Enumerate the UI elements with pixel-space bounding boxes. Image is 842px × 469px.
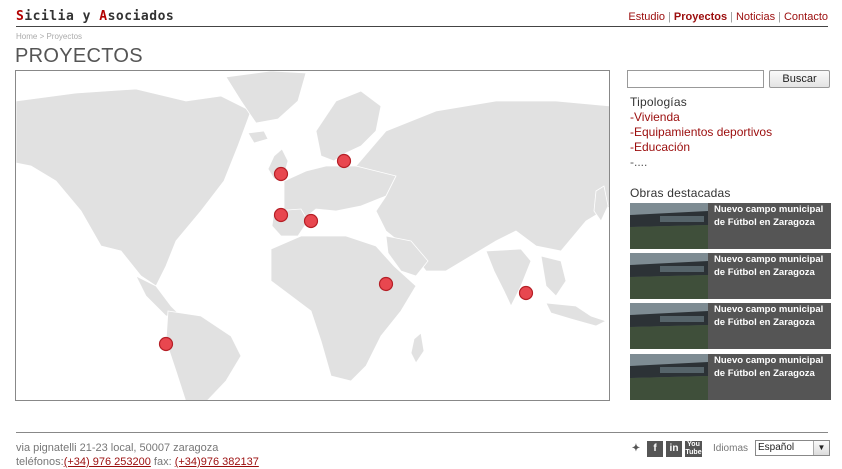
nav-separator: | [730,11,733,23]
header-divider [16,26,828,27]
contact-line: teléfonos:(+34) 976 253200 fax: (+34)976… [16,455,259,469]
featured-title: Nuevo campo municipal de Fútbol en Zarag… [714,254,824,278]
tipologia-more[interactable]: -.... [630,155,772,170]
map-land [16,71,609,400]
featured-work-4[interactable]: Nuevo campo municipal de Fútbol en Zarag… [630,354,831,400]
footer-address: via pignatelli 21-23 local, 50007 zarago… [16,441,259,469]
featured-work-2[interactable]: Nuevo campo municipal de Fútbol en Zarag… [630,253,831,299]
marker-denmark[interactable] [336,153,352,169]
logo-text-2: sociados [107,9,175,24]
featured-thumbnail [630,354,708,400]
projects-map[interactable] [15,70,610,401]
breadcrumb[interactable]: Home > Proyectos [16,32,82,41]
chevron-down-icon: ▼ [813,441,829,455]
world-map[interactable] [16,71,610,401]
page-title: PROYECTOS [15,45,143,67]
language-value: Español [758,442,795,453]
fax-link[interactable]: (+34)976 382137 [175,456,259,468]
featured-work-3[interactable]: Nuevo campo municipal de Fútbol en Zarag… [630,303,831,349]
idiomas-label: Idiomas [713,443,749,454]
marker-sudan[interactable] [378,276,394,292]
nav-separator: | [668,11,671,23]
nav-contacto[interactable]: Contacto [784,11,828,23]
featured-thumbnail [630,203,708,249]
linkedin-icon[interactable]: in [666,441,682,457]
language-select[interactable]: Español ▼ [755,440,830,456]
featured-thumbnail [630,303,708,349]
featured-thumbnail [630,253,708,299]
footer-divider [16,432,828,433]
phone-link[interactable]: (+34) 976 253200 [64,456,151,468]
tipologia-equipamientos[interactable]: -Equipamientos deportivos [630,125,772,140]
marker-india[interactable] [518,285,534,301]
nav-separator: | [778,11,781,23]
nav-noticias[interactable]: Noticias [736,11,775,23]
logo-initial-a: A [99,9,108,24]
logo-text-1: icilia y [24,9,100,24]
facebook-icon[interactable]: f [647,441,663,457]
marker-uk-ireland[interactable] [273,166,289,182]
site-logo[interactable]: Sicilia y Asociados [16,9,174,24]
obras-heading: Obras destacadas [630,186,731,200]
marker-north-spain[interactable] [273,207,289,223]
tipologia-vivienda[interactable]: -Vivienda [630,110,772,125]
tipologia-educacion[interactable]: -Educación [630,140,772,155]
top-nav: Estudio | Proyectos | Noticias | Contacto [628,11,828,23]
marker-madrid[interactable] [303,213,319,229]
nav-proyectos[interactable]: Proyectos [674,11,727,23]
featured-title: Nuevo campo municipal de Fútbol en Zarag… [714,204,824,228]
tipologias-heading: Tipologías [630,95,687,109]
youtube-icon[interactable]: You Tube [685,441,702,457]
search-input[interactable] [627,70,764,88]
search-button[interactable]: Buscar [769,70,830,88]
address-line: via pignatelli 21-23 local, 50007 zarago… [16,442,219,454]
fax-label: fax: [150,456,175,468]
marker-brazil[interactable] [158,336,174,352]
phone-label: teléfonos: [16,456,64,468]
featured-work-1[interactable]: Nuevo campo municipal de Fútbol en Zarag… [630,203,831,249]
social-icons: ✦ f in You Tube [628,441,702,457]
twitter-icon[interactable]: ✦ [628,441,644,457]
featured-title: Nuevo campo municipal de Fútbol en Zarag… [714,355,824,379]
featured-title: Nuevo campo municipal de Fútbol en Zarag… [714,304,824,328]
nav-estudio[interactable]: Estudio [628,11,665,23]
tipologias-list: -Vivienda -Equipamientos deportivos -Edu… [630,110,772,170]
